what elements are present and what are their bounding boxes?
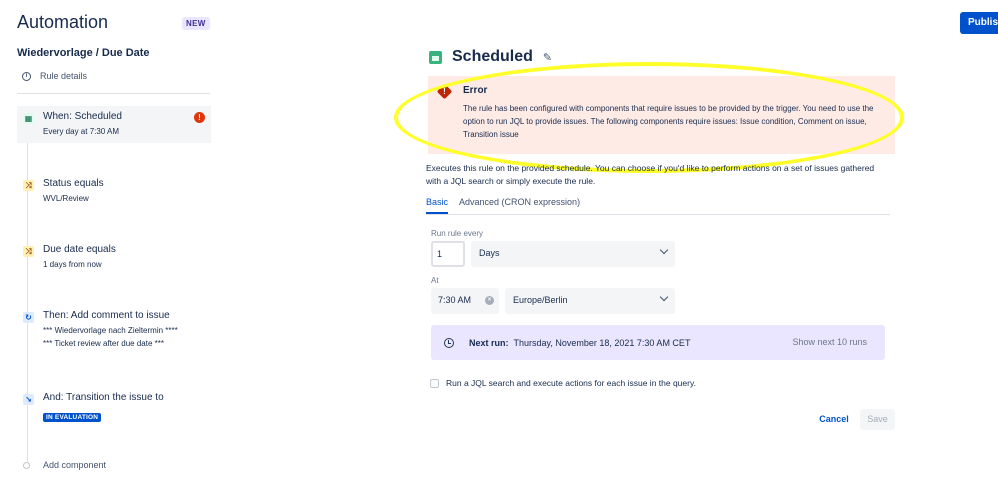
add-dot-icon: [23, 461, 30, 469]
schedule-description: Executes this rule on the provided sched…: [426, 163, 875, 186]
comment-line-2: *** Ticket review after due date ***: [43, 339, 164, 348]
step-title: And: Transition the issue to: [43, 392, 164, 403]
rule-details-link[interactable]: i Rule details: [22, 71, 87, 81]
next-run-value: Thursday, November 18, 2021 7:30 AM CET: [513, 337, 691, 348]
condition-icon: ⤨: [23, 246, 34, 257]
timezone-value: Europe/Berlin: [513, 295, 568, 305]
clear-icon[interactable]: ×: [485, 296, 494, 305]
info-icon: i: [22, 71, 31, 81]
step-subtitle: *** Wiedervorlage nach Zieltermin **** *…: [43, 324, 178, 350]
publish-button[interactable]: Publish: [960, 12, 998, 34]
step-subtitle: WVL/Review: [43, 194, 89, 203]
chevron-down-icon: [659, 245, 669, 255]
step-transition-issue[interactable]: ↘ And: Transition the issue to IN EVALUA…: [17, 387, 211, 429]
yellow-highlight-annotation: [394, 62, 904, 173]
add-component-label: Add component: [43, 460, 107, 470]
step-title: Then: Add comment to issue: [43, 310, 170, 321]
jql-option[interactable]: Run a JQL search and execute actions for…: [430, 378, 696, 388]
jql-checkbox[interactable]: [430, 378, 439, 388]
show-next-runs-link[interactable]: Show next 10 runs: [792, 337, 867, 347]
next-run-panel: Next run: Thursday, November 18, 2021 7:…: [431, 325, 885, 360]
time-input[interactable]: 7:30 AM ×: [431, 288, 499, 314]
step-status-equals[interactable]: ⤨ Status equals WVL/Review: [17, 173, 211, 210]
run-every-label: Run rule every: [431, 229, 484, 238]
calendar-icon: ▦: [23, 113, 34, 124]
step-subtitle: 1 days from now: [43, 260, 102, 269]
comment-line-1: *** Wiedervorlage nach Zieltermin ****: [43, 326, 178, 335]
chevron-down-icon: [659, 292, 669, 302]
pencil-icon[interactable]: ✎: [543, 51, 552, 64]
action-icon: ↻: [23, 312, 34, 323]
page-title: Scheduled: [452, 48, 533, 65]
sidebar-divider: [17, 93, 210, 94]
step-due-date-equals[interactable]: ⤨ Due date equals 1 days from now: [17, 239, 211, 276]
clock-icon: [444, 337, 454, 348]
schedule-tabs: Basic Advanced (CRON expression): [426, 197, 890, 215]
main-header: Scheduled ✎: [429, 48, 552, 66]
condition-icon: ⤨: [23, 180, 34, 191]
jql-checkbox-label: Run a JQL search and execute actions for…: [446, 378, 696, 388]
add-component-button[interactable]: Add component: [23, 460, 106, 470]
timezone-select[interactable]: Europe/Berlin: [505, 288, 675, 314]
transition-icon: ↘: [23, 394, 34, 405]
step-add-comment[interactable]: ↻ Then: Add comment to issue *** Wiederv…: [17, 305, 211, 355]
step-subtitle: Every day at 7:30 AM: [43, 127, 120, 136]
tab-basic[interactable]: Basic: [426, 197, 449, 214]
time-value: 7:30 AM: [438, 295, 472, 305]
tab-advanced[interactable]: Advanced (CRON expression): [459, 197, 580, 214]
new-badge: NEW: [182, 17, 210, 30]
step-title: Due date equals: [43, 244, 116, 255]
rule-name: Wiedervorlage / Due Date: [17, 47, 150, 59]
step-trigger-scheduled[interactable]: ▦ When: Scheduled Every day at 7:30 AM !: [17, 106, 211, 143]
run-every-input[interactable]: 1: [431, 241, 465, 267]
error-icon: !: [194, 112, 205, 123]
rule-details-label: Rule details: [40, 71, 88, 81]
app-title: Automation: [17, 12, 109, 32]
interval-unit-value: Days: [479, 248, 500, 258]
step-title: When: Scheduled: [43, 111, 122, 122]
save-button[interactable]: Save: [860, 409, 895, 430]
next-run-label: Next run:: [469, 337, 509, 348]
step-title: Status equals: [43, 178, 104, 189]
cancel-button[interactable]: Cancel: [814, 410, 854, 430]
calendar-icon: [429, 50, 442, 64]
status-lozenge: IN EVALUATION: [43, 413, 102, 422]
at-label: At: [431, 276, 439, 285]
interval-unit-select[interactable]: Days: [471, 241, 675, 267]
